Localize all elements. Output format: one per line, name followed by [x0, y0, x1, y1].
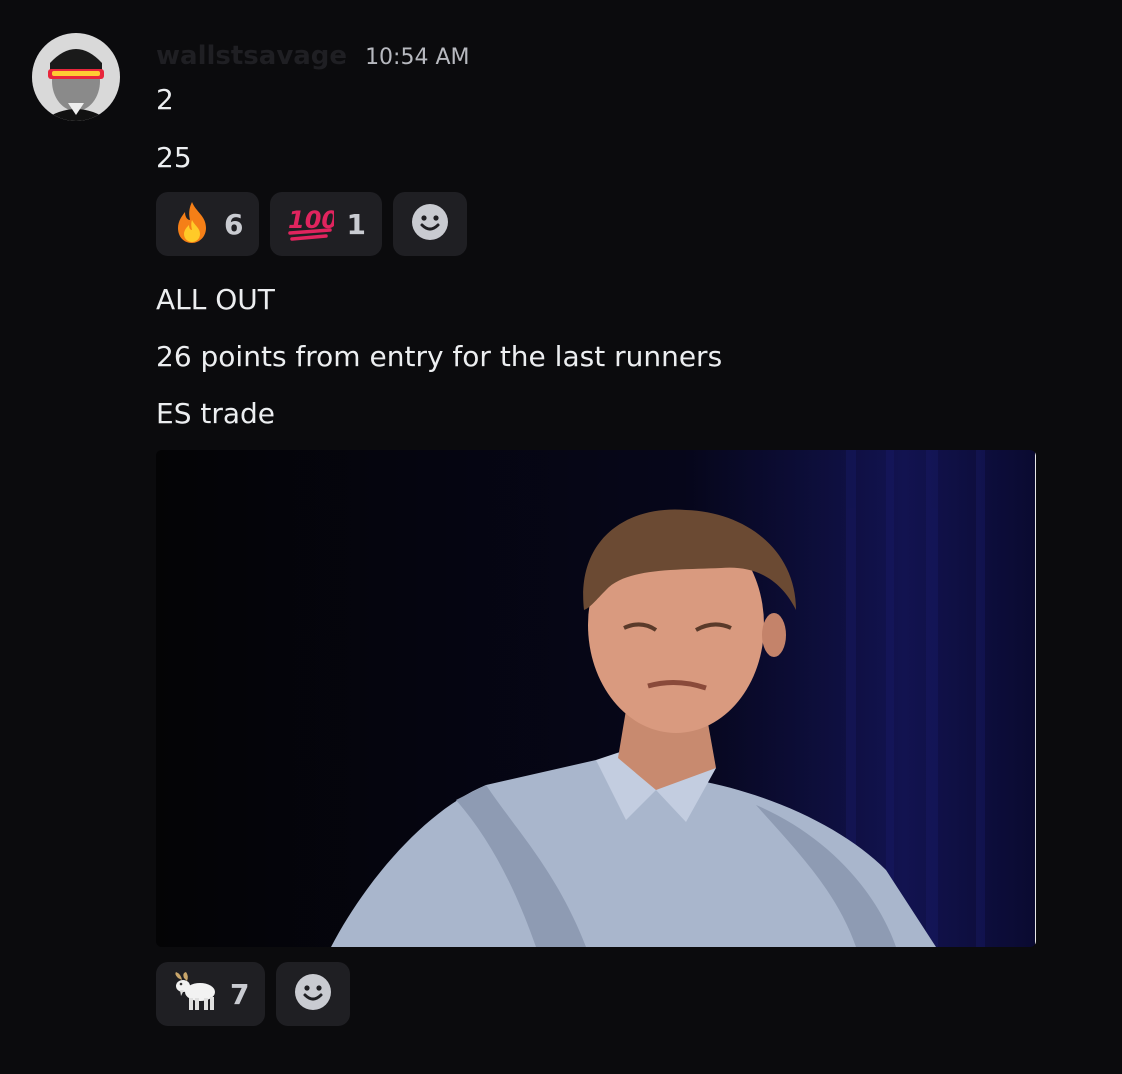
reaction-fire[interactable]: 6 [156, 192, 260, 256]
message-header: wallstsavage 10:54 AM [156, 36, 1122, 76]
fire-icon [172, 200, 212, 248]
timestamp[interactable]: 10:54 AM [365, 38, 469, 78]
reaction-count: 1 [346, 207, 366, 241]
reaction-goat[interactable]: 7 [156, 962, 266, 1026]
message-text: ES trade [156, 397, 276, 430]
avatar-image [32, 33, 120, 121]
reaction-count: 7 [230, 977, 250, 1011]
message-text: 26 points from entry for the last runner… [156, 340, 723, 373]
reactions-bar: 6 100 1 [156, 192, 467, 256]
add-reaction-button[interactable] [392, 192, 467, 256]
goat-icon [172, 972, 218, 1016]
reaction-count: 6 [224, 207, 244, 241]
message-text: 2 [156, 83, 174, 116]
smiley-add-reaction-icon [411, 203, 449, 245]
message-text: 25 [156, 141, 192, 174]
username[interactable]: wallstsavage [156, 36, 347, 76]
gif-image [156, 450, 1036, 947]
message-content: wallstsavage 10:54 AM 2 25 6 100 1 ALL O… [156, 36, 1122, 1026]
chat-message: wallstsavage 10:54 AM 2 25 6 100 1 ALL O… [0, 0, 1122, 1074]
gif-attachment[interactable] [156, 450, 1036, 947]
user-avatar[interactable] [32, 33, 120, 121]
message-text: ALL OUT [156, 283, 275, 316]
add-reaction-button[interactable] [276, 962, 351, 1026]
smiley-add-reaction-icon [294, 973, 332, 1015]
reactions-bar: 7 [156, 962, 351, 1026]
hundred-points-icon: 100 [286, 202, 339, 246]
reaction-hundred[interactable]: 100 1 [270, 192, 382, 256]
